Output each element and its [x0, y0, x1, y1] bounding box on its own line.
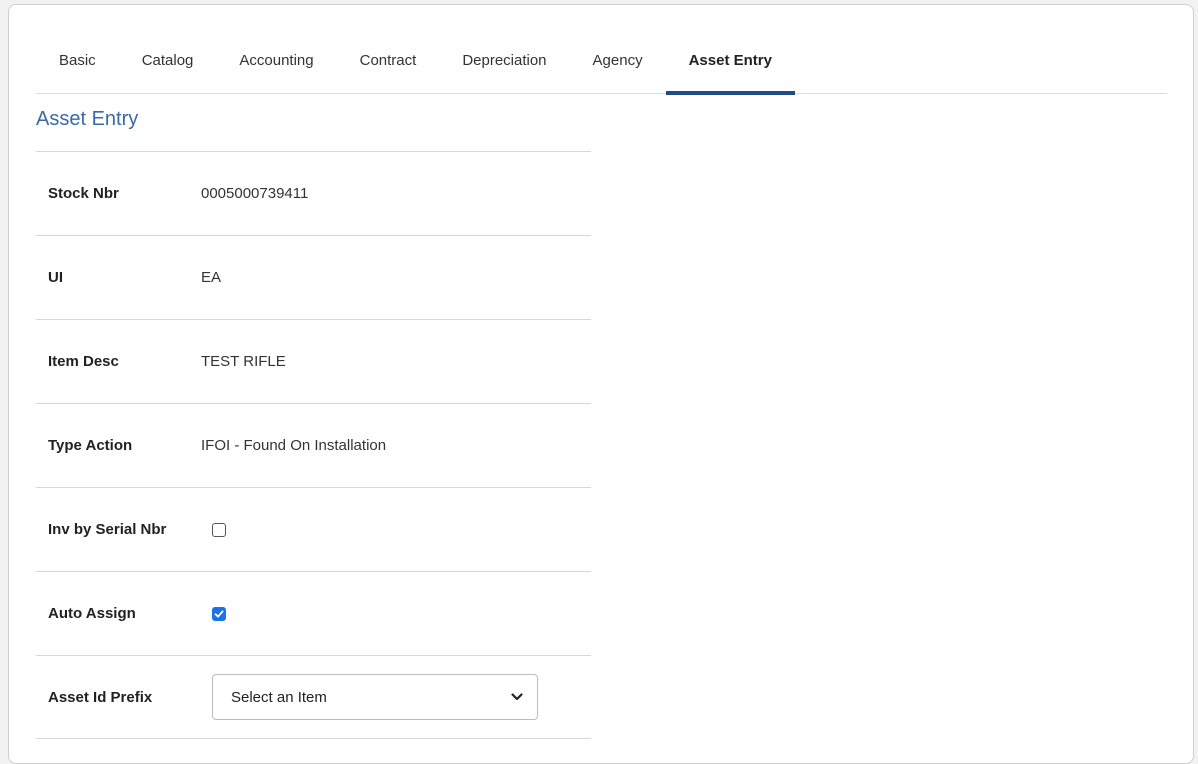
row-auto-assign: Auto Assign	[36, 571, 591, 655]
tab-basic[interactable]: Basic	[36, 41, 119, 93]
inv-by-serial-label: Inv by Serial Nbr	[48, 521, 167, 538]
item-desc-label: Item Desc	[48, 353, 119, 370]
tab-agency[interactable]: Agency	[570, 41, 666, 93]
auto-assign-checkbox[interactable]	[212, 606, 226, 621]
tab-accounting[interactable]: Accounting	[216, 41, 336, 93]
row-ui: UI EA	[36, 235, 591, 319]
asset-id-prefix-select[interactable]: Select an Item	[212, 674, 538, 720]
detail-card: Basic Catalog Accounting Contract Deprec…	[8, 4, 1194, 764]
tab-depreciation[interactable]: Depreciation	[439, 41, 569, 93]
ui-value: EA	[201, 269, 222, 286]
tab-contract[interactable]: Contract	[337, 41, 440, 93]
ui-label: UI	[48, 269, 63, 286]
row-item-desc: Item Desc TEST RIFLE	[36, 319, 591, 403]
chevron-down-icon	[511, 693, 523, 701]
tab-bar: Basic Catalog Accounting Contract Deprec…	[36, 41, 1167, 95]
section-title: Asset Entry	[36, 108, 139, 130]
asset-id-prefix-selected: Select an Item	[231, 688, 327, 706]
tab-asset-entry[interactable]: Asset Entry	[665, 41, 796, 95]
item-desc-value: TEST RIFLE	[201, 353, 286, 370]
row-stock-nbr: Stock Nbr 0005000739411	[36, 151, 591, 235]
asset-id-prefix-label: Asset Id Prefix	[48, 688, 153, 706]
type-action-value: IFOI - Found On Installation	[201, 437, 387, 454]
stock-nbr-value: 0005000739411	[201, 185, 309, 202]
tab-catalog[interactable]: Catalog	[119, 41, 217, 93]
inv-by-serial-checkbox[interactable]	[212, 522, 226, 537]
type-action-label: Type Action	[48, 437, 133, 454]
row-inv-by-serial: Inv by Serial Nbr	[36, 487, 591, 571]
checkmark-icon	[214, 610, 224, 617]
row-asset-id-prefix: Asset Id Prefix Select an Item	[36, 655, 591, 739]
asset-entry-form: Stock Nbr 0005000739411 UI EA Item Desc …	[36, 151, 591, 739]
auto-assign-label: Auto Assign	[48, 605, 136, 622]
stock-nbr-label: Stock Nbr	[48, 185, 119, 202]
row-type-action: Type Action IFOI - Found On Installation	[36, 403, 591, 487]
